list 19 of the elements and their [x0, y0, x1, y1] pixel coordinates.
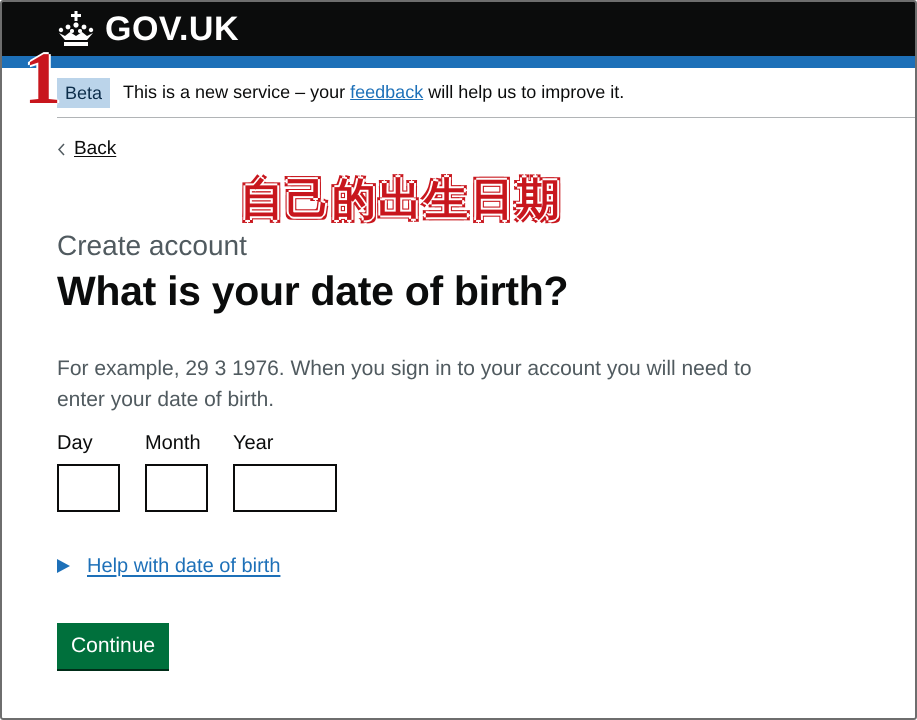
date-label: Month — [145, 431, 202, 455]
help-link[interactable]: Help with date of birth — [87, 554, 280, 578]
feedback-link[interactable]: feedback — [350, 82, 424, 102]
logo-text[interactable]: GOV.UK — [105, 12, 240, 46]
page-heading: What is your date of birth? — [57, 269, 568, 313]
crown-icon — [57, 11, 95, 47]
continue-button[interactable]: Continue — [57, 623, 170, 669]
back-link[interactable]: Back — [57, 138, 116, 160]
annotation-caption: 自己的出生日期 — [240, 174, 562, 226]
date-label: Day — [57, 431, 94, 455]
date-input[interactable] — [57, 464, 120, 512]
banner-text: This is a new service – your feedback will help us to improve it. — [123, 82, 624, 103]
date-input[interactable] — [233, 464, 337, 512]
date-label: Year — [233, 431, 274, 455]
date-input[interactable] — [145, 464, 208, 512]
chevron-left-icon — [57, 142, 65, 156]
hint-text: For example, 29 3 1976. When you sign in to your account you will need to enter your date of birth. — [57, 356, 753, 413]
page-caption: Create account — [57, 231, 247, 261]
phase-tag: Beta — [57, 78, 110, 108]
